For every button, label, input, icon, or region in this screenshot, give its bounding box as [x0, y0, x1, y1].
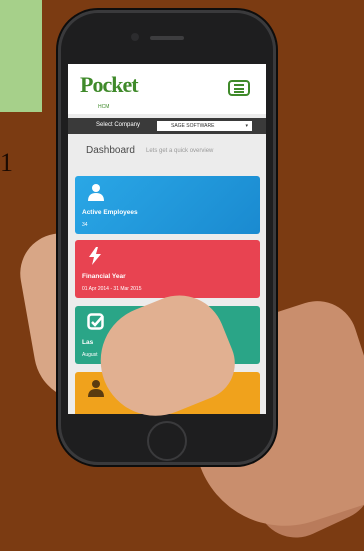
company-selector-bar: Select Company SAGE SOFTWARE ▾: [68, 118, 266, 134]
company-label: Select Company: [96, 122, 141, 128]
company-select[interactable]: SAGE SOFTWARE ▾: [157, 121, 252, 131]
card-title: Las: [82, 339, 94, 346]
menu-line-icon: [234, 87, 244, 90]
hamburger-menu-button[interactable]: [228, 80, 250, 96]
menu-line-icon: [234, 91, 244, 93]
card-value: August: [82, 352, 98, 358]
card-active-employees[interactable]: Active Employees 34: [75, 176, 260, 234]
menu-line-icon: [234, 84, 244, 86]
card-value: 01 Apr 2014 - 31 Mar 2015: [82, 286, 142, 292]
card-financial-year[interactable]: Financial Year 01 Apr 2014 - 31 Mar 2015: [75, 240, 260, 298]
home-button[interactable]: [147, 421, 187, 461]
logo-text: Pocket: [80, 72, 139, 97]
earpiece-speaker: [150, 36, 184, 40]
front-camera: [131, 33, 139, 41]
edge-text: 1: [0, 148, 13, 177]
logo-subtext: HCM: [98, 104, 110, 110]
user-icon: [87, 183, 105, 201]
decorative-green-block: [0, 0, 42, 112]
card-value: 34: [82, 222, 88, 228]
bolt-icon: [87, 247, 103, 270]
page-title: Dashboard: [86, 145, 135, 156]
app-header: Pocket HCM: [68, 64, 266, 114]
page-subtitle: Lets get a quick overview: [146, 148, 214, 154]
check-square-icon: [87, 313, 105, 336]
app-logo: Pocket HCM: [80, 72, 139, 110]
company-selected-value: SAGE SOFTWARE: [171, 123, 215, 129]
chevron-down-icon: ▾: [245, 123, 248, 129]
card-title: Active Employees: [82, 209, 138, 216]
user-icon: [87, 379, 105, 397]
card-title: Financial Year: [82, 273, 126, 280]
